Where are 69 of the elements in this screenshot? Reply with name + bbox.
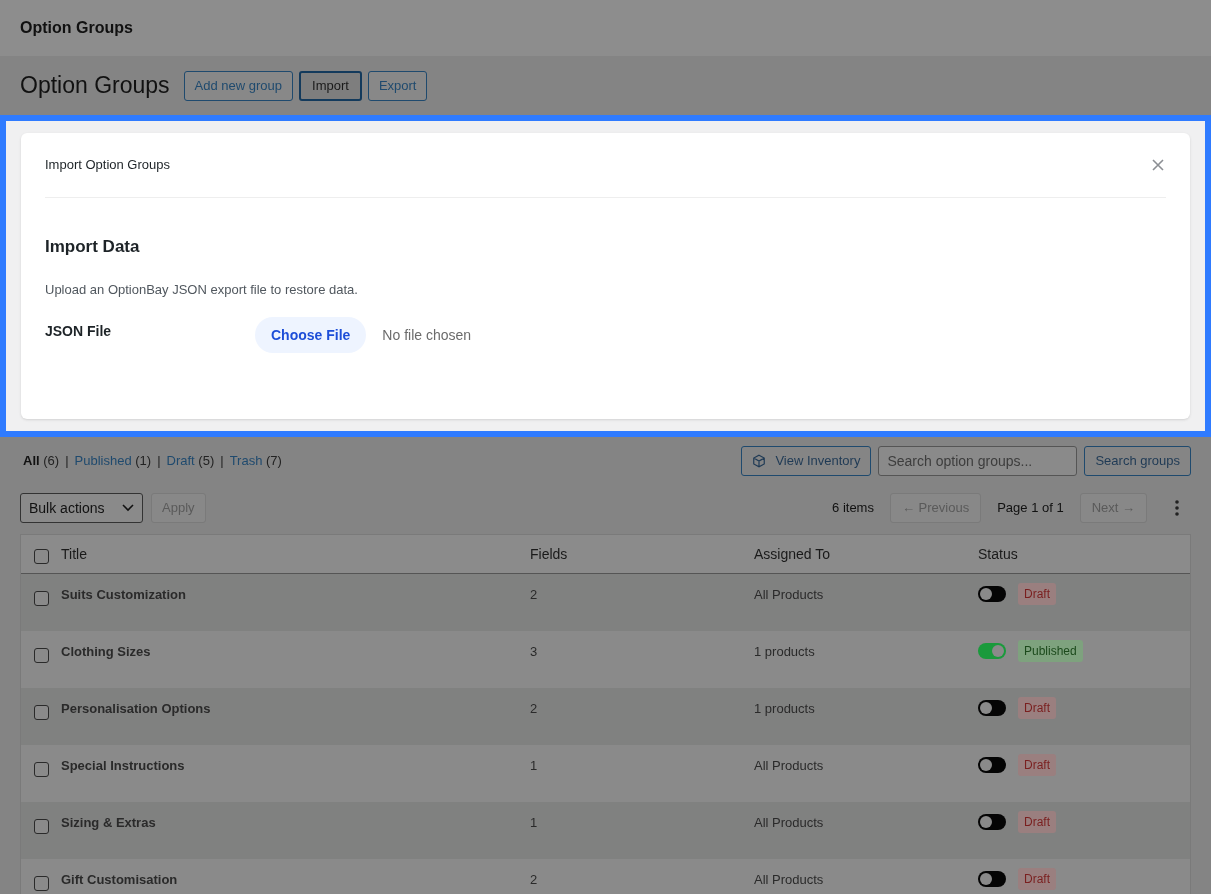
- status-toggle[interactable]: [978, 814, 1006, 830]
- chevron-down-icon: [122, 504, 134, 512]
- top-bar-title: Option Groups: [20, 18, 133, 38]
- column-header: Status: [978, 544, 1018, 564]
- title-cell[interactable]: Suits Customization: [61, 585, 530, 605]
- assigned-cell-text: All Products: [754, 871, 825, 889]
- status-toggle[interactable]: [978, 871, 1006, 887]
- fields-cell-text: 3: [530, 643, 539, 661]
- separator: |: [157, 452, 161, 471]
- title-cell[interactable]: Personalisation Options: [61, 699, 530, 719]
- choose-file-button[interactable]: Choose File: [255, 317, 367, 353]
- view-inventory-button[interactable]: View Inventory: [741, 446, 872, 476]
- status-badge: Draft: [1018, 868, 1056, 890]
- row-checkbox[interactable]: [33, 648, 49, 663]
- search-button[interactable]: Search groups: [1084, 446, 1191, 476]
- section-description: Upload an OptionBay JSON export file to restore data.: [45, 280, 358, 299]
- status-toggle[interactable]: [978, 586, 1006, 602]
- field-label: JSON File: [45, 322, 113, 341]
- column-header: Assigned To: [754, 544, 831, 564]
- title-cell[interactable]: Sizing & Extras: [61, 813, 530, 833]
- assigned-cell-text: All Products: [754, 757, 825, 775]
- status-badge: Draft: [1018, 583, 1056, 605]
- status-badge: Draft: [1018, 697, 1056, 719]
- row-checkbox[interactable]: [33, 549, 49, 564]
- assigned-cell-text: 1 products: [754, 643, 816, 661]
- row-checkbox[interactable]: [33, 762, 49, 777]
- header-button[interactable]: Add new group: [183, 70, 294, 101]
- row-checkbox[interactable]: [33, 591, 49, 606]
- title-cell[interactable]: Gift Customisation: [61, 870, 530, 890]
- fields-cell-text: 2: [530, 700, 539, 718]
- header-button[interactable]: Import: [299, 70, 362, 101]
- filter-link[interactable]: All (6): [23, 451, 60, 471]
- column-header: Title: [61, 544, 88, 564]
- section-heading: Import Data: [45, 236, 140, 258]
- close-icon[interactable]: [1152, 159, 1164, 171]
- status-badge: Draft: [1018, 754, 1056, 776]
- assigned-cell-text: All Products: [754, 814, 825, 832]
- separator: |: [220, 452, 224, 471]
- box-icon: [752, 454, 767, 468]
- title-cell[interactable]: Special Instructions: [61, 756, 530, 776]
- fields-cell-text: 2: [530, 586, 539, 604]
- status-toggle[interactable]: [978, 700, 1006, 716]
- status-badge: Published: [1018, 640, 1083, 662]
- bulk-actions-select[interactable]: Bulk actions: [20, 493, 143, 523]
- row-checkbox[interactable]: [33, 819, 49, 834]
- page-title: Option Groups: [20, 71, 170, 101]
- search-field[interactable]: Search option groups...: [878, 446, 1078, 476]
- fields-cell-text: 2: [530, 871, 539, 889]
- page-indicator: Page 1 of 1: [997, 499, 1064, 518]
- column-header: Fields: [530, 544, 569, 564]
- row-checkbox[interactable]: [33, 876, 49, 891]
- assigned-cell-text: All Products: [754, 586, 825, 604]
- filter-link[interactable]: Draft (5): [166, 451, 215, 471]
- filter-link[interactable]: Trash (7): [229, 451, 282, 471]
- status-toggle[interactable]: [978, 757, 1006, 773]
- filter-link[interactable]: Published (1): [74, 451, 152, 471]
- file-status: No file chosen: [382, 325, 472, 345]
- header-button[interactable]: Export: [367, 70, 428, 101]
- assigned-cell-text: 1 products: [754, 700, 816, 718]
- title-cell[interactable]: Clothing Sizes: [61, 642, 530, 662]
- separator: |: [65, 452, 69, 471]
- status-badge: Draft: [1018, 811, 1056, 833]
- more-options-icon[interactable]: [1175, 500, 1179, 516]
- status-toggle[interactable]: [978, 643, 1006, 659]
- row-checkbox[interactable]: [33, 705, 49, 720]
- panel-title: Import Option Groups: [45, 156, 170, 175]
- fields-cell-text: 1: [530, 814, 539, 832]
- fields-cell-text: 1: [530, 757, 539, 775]
- items-count: 6 items: [832, 499, 874, 518]
